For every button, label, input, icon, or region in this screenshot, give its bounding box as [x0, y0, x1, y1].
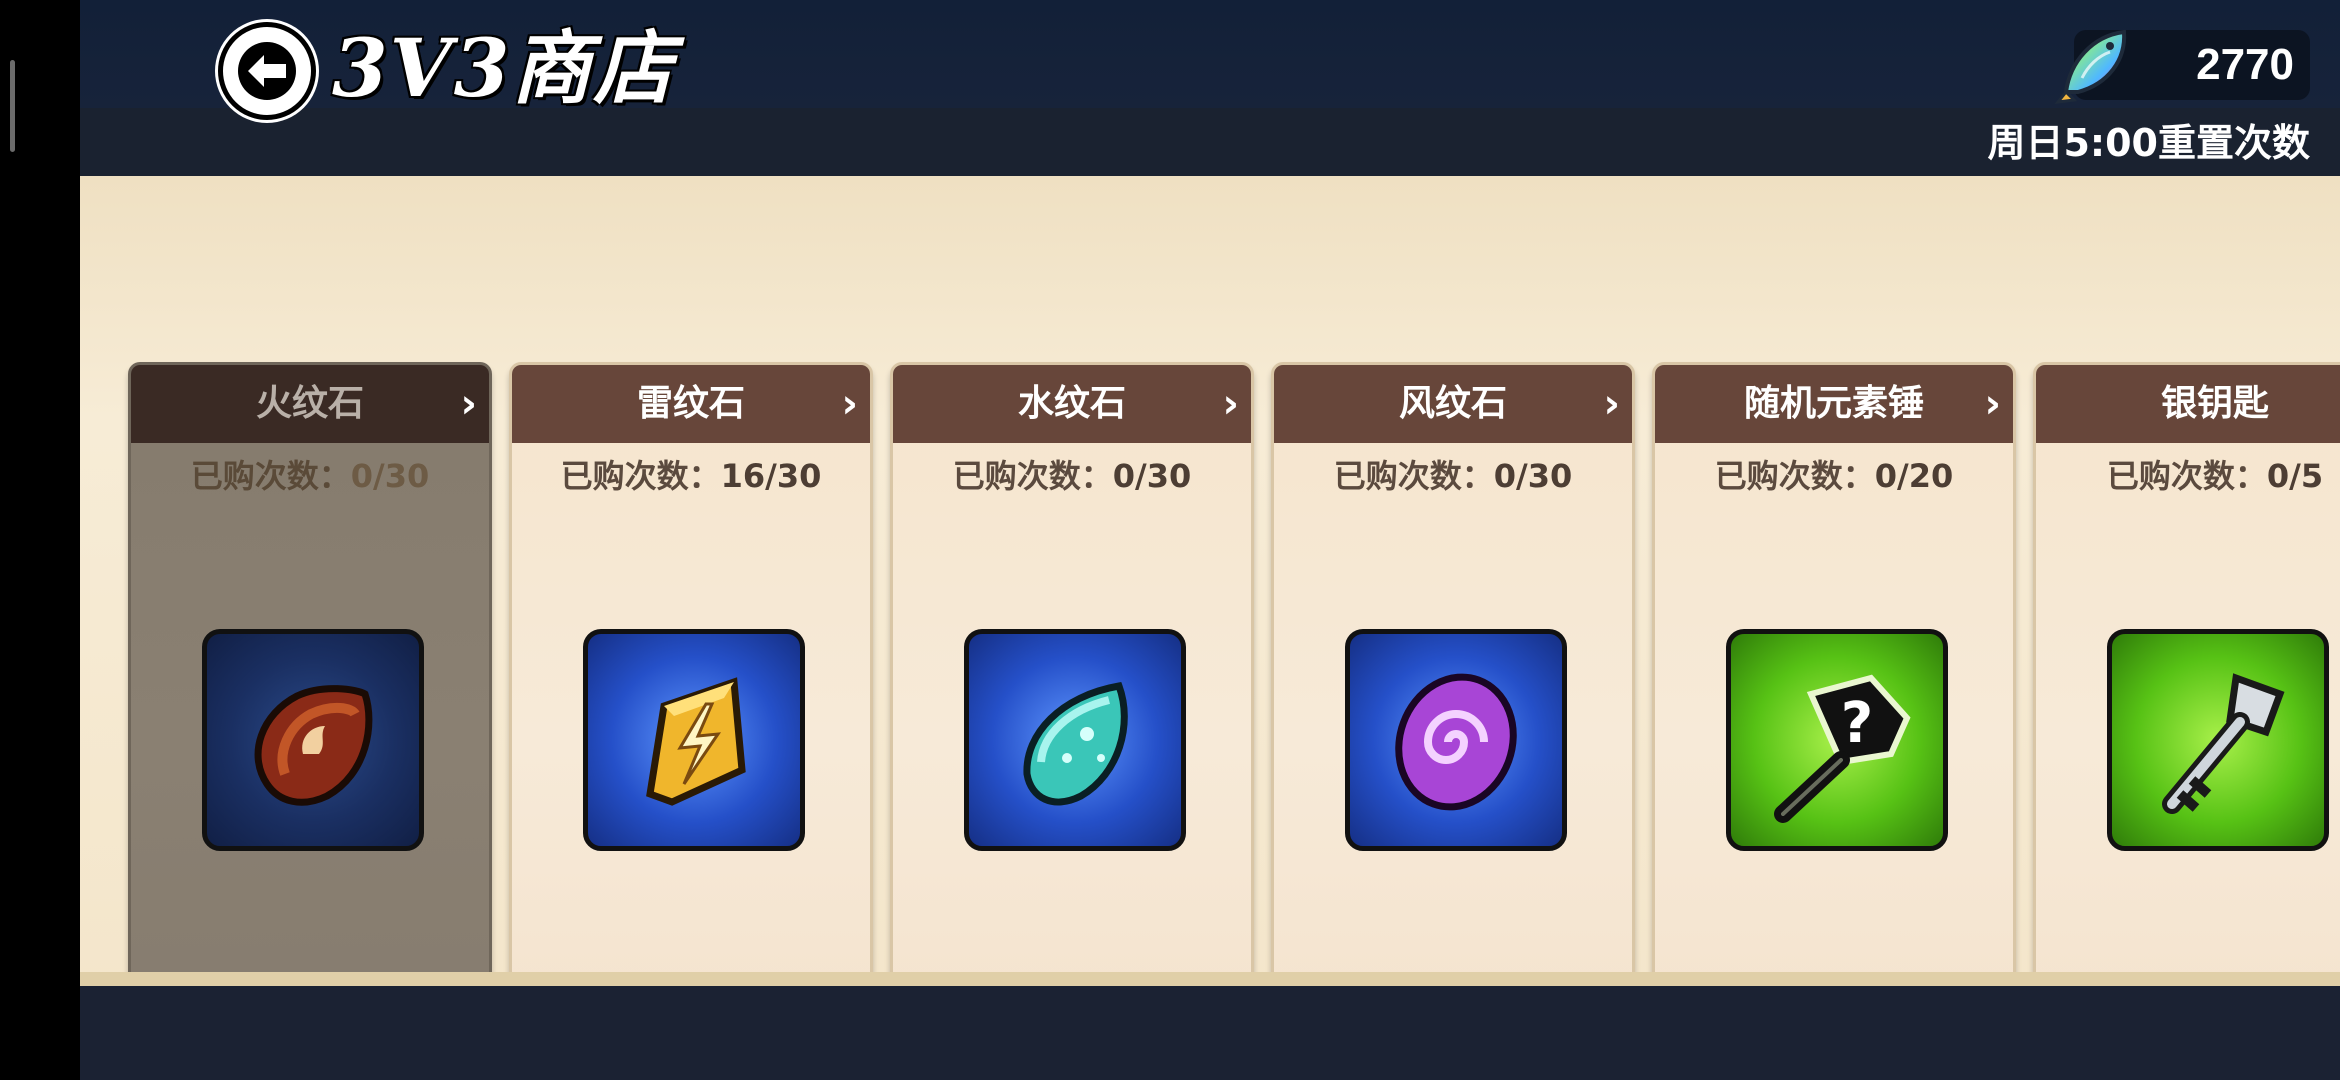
wind-rune-stone-icon[interactable] [1345, 629, 1567, 851]
rainbow-fish-icon [2054, 29, 2127, 104]
item-name: 随机元素锤 [1743, 383, 1924, 424]
shop-title: 3V3商店 [332, 21, 676, 115]
screen: 3V3商店 2770 周日5:00重置次数 火纹石 › 已购次数：0/30 雷纹… [0, 0, 2340, 1080]
chevron-right-icon[interactable]: › [1604, 365, 1620, 443]
purchase-count: 已购次数：0/20 [1655, 451, 2013, 501]
system-nav-handle[interactable] [10, 60, 15, 152]
shop-item-panel[interactable]: 火纹石 › 已购次数：0/30 解锁小椒后可购买 雷纹石 › 已购次数：16/3… [80, 176, 2340, 1080]
chevron-right-icon[interactable]: › [1985, 365, 2001, 443]
purchase-count-label: 已购次数： [1333, 457, 1494, 495]
shop-item-card[interactable]: 雷纹石 › 已购次数：16/30 [509, 362, 873, 1080]
shop-item-card[interactable]: 风纹石 › 已购次数：0/30 [1271, 362, 1635, 1080]
shop-item-card[interactable]: 水纹石 › 已购次数：0/30 [890, 362, 1254, 1080]
chevron-right-icon[interactable]: › [461, 365, 477, 443]
purchase-count-value: 16/30 [720, 457, 822, 495]
item-name-header[interactable]: 雷纹石 › [512, 365, 870, 443]
purchase-count-value: 0/20 [1874, 457, 1954, 495]
top-bar: 3V3商店 2770 周日5:00重置次数 [80, 0, 2340, 176]
shop-item-card: 火纹石 › 已购次数：0/30 解锁小椒后可购买 [128, 362, 492, 1080]
chevron-right-icon[interactable]: › [1223, 365, 1239, 443]
back-arrow-icon [238, 42, 296, 100]
chevron-right-icon[interactable]: › [842, 365, 858, 443]
purchase-count: 已购次数：16/30 [512, 451, 870, 501]
item-name-header[interactable]: 水纹石 › [893, 365, 1251, 443]
item-name: 银钥匙 [2160, 383, 2269, 424]
item-name-header[interactable]: 随机元素锤 › [1655, 365, 2013, 443]
shop-item-card[interactable]: 随机元素锤 › 已购次数：0/20 ? [1652, 362, 2016, 1080]
purchase-count-value: 0/30 [350, 457, 430, 495]
currency-amount: 2770 [2196, 40, 2294, 89]
item-name: 雷纹石 [636, 383, 745, 424]
purchase-count-value: 0/30 [1493, 457, 1573, 495]
bottom-area [80, 986, 2340, 1080]
purchase-count: 已购次数：0/30 [1274, 451, 1632, 501]
purchase-count-label: 已购次数： [560, 457, 721, 495]
back-button[interactable] [218, 22, 316, 120]
shop-item-card[interactable]: 银钥匙 已购次数：0/5 [2033, 362, 2340, 1080]
purchase-count: 已购次数：0/30 [131, 451, 489, 501]
purchase-count-value: 0/30 [1112, 457, 1192, 495]
shop-screen: 3V3商店 2770 周日5:00重置次数 火纹石 › 已购次数：0/30 雷纹… [80, 0, 2340, 1080]
purchase-count-label: 已购次数： [952, 457, 1113, 495]
item-name-header[interactable]: 火纹石 › [131, 365, 489, 443]
purchase-count-label: 已购次数： [190, 457, 351, 495]
random-element-hammer-icon[interactable]: ? [1726, 629, 1948, 851]
purchase-count-label: 已购次数： [1714, 457, 1875, 495]
item-name-header[interactable]: 风纹石 › [1274, 365, 1632, 443]
purchase-count: 已购次数：0/5 [2036, 451, 2340, 501]
thunder-rune-stone-icon[interactable] [583, 629, 805, 851]
item-name: 火纹石 [255, 383, 364, 424]
system-left-strip [0, 0, 80, 1080]
silver-key-icon[interactable] [2107, 629, 2329, 851]
item-name: 水纹石 [1017, 383, 1126, 424]
fire-rune-stone-icon[interactable] [202, 629, 424, 851]
purchase-count-label: 已购次数： [2106, 457, 2267, 495]
purchase-count: 已购次数：0/30 [893, 451, 1251, 501]
item-name: 风纹石 [1398, 383, 1507, 424]
reset-schedule-note: 周日5:00重置次数 [1987, 121, 2310, 165]
item-name-header[interactable]: 银钥匙 [2036, 365, 2340, 443]
svg-text:?: ? [1841, 691, 1873, 756]
water-rune-stone-icon[interactable] [964, 629, 1186, 851]
purchase-count-value: 0/5 [2266, 457, 2324, 495]
